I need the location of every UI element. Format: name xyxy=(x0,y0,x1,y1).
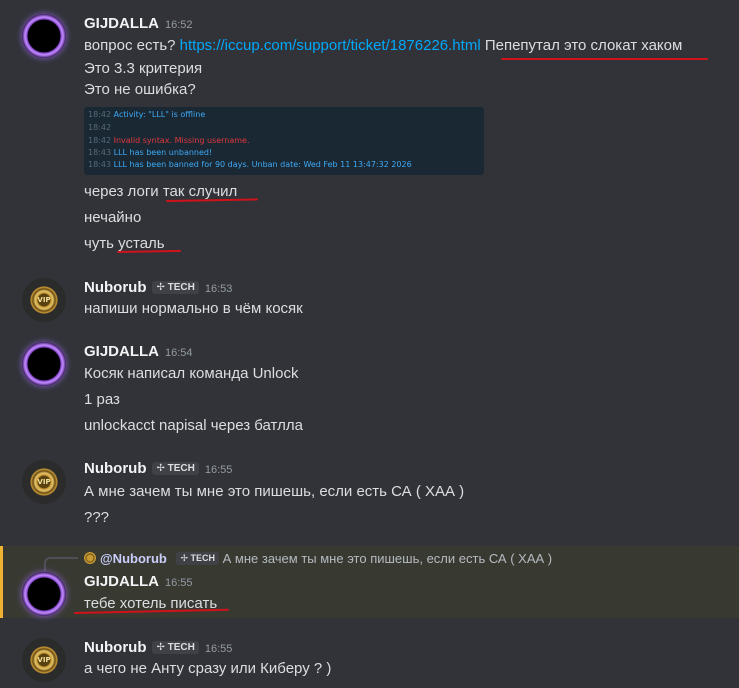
avatar[interactable] xyxy=(22,572,66,616)
mini-avatar xyxy=(84,552,96,564)
timestamp: 16:55 xyxy=(165,577,193,589)
message-text: Косяк написал команда Unlock xyxy=(84,365,299,382)
annotation-underline xyxy=(501,58,708,60)
vip-badge-icon: VIP xyxy=(37,656,51,664)
vip-badge-icon: VIP xyxy=(37,478,51,486)
role-tag: ✢ TECH xyxy=(152,281,199,294)
reply-connector xyxy=(44,557,78,571)
message-text: ??? xyxy=(84,509,110,526)
author-name[interactable]: GIJDALLA 16:52 xyxy=(84,15,193,32)
avatar[interactable]: VIP xyxy=(22,278,66,322)
message-text: вопрос есть? https://iccup.com/support/t… xyxy=(84,37,683,54)
role-tag: ✢ TECH xyxy=(176,552,219,565)
message-text: А мне зачем ты мне это пишешь, если есть… xyxy=(84,483,465,500)
message-text: unlockacct napisal через батлла xyxy=(84,417,303,434)
vip-badge-icon: VIP xyxy=(37,296,51,304)
message-text: Это 3.3 критерия xyxy=(84,60,203,77)
avatar[interactable]: VIP xyxy=(22,638,66,682)
avatar[interactable] xyxy=(22,14,66,58)
reply-preview[interactable]: @Nuborub ✢ TECH А мне зачем ты мне это п… xyxy=(84,551,552,566)
author-name[interactable]: GIJDALLA 16:54 xyxy=(84,343,193,360)
message-text: Это не ошибка? xyxy=(84,81,196,98)
timestamp: 16:52 xyxy=(165,19,193,31)
author-name[interactable]: GIJDALLA 16:55 xyxy=(84,573,193,590)
timestamp: 16:55 xyxy=(204,643,233,655)
message-text: 1 раз xyxy=(84,391,120,408)
avatar[interactable] xyxy=(22,342,66,386)
annotation-underline xyxy=(116,249,182,253)
timestamp: 16:54 xyxy=(165,347,193,359)
timestamp: 16:53 xyxy=(204,283,233,295)
author-name[interactable]: Nuborub ✢ TECH 16:55 xyxy=(84,639,232,656)
avatar[interactable]: VIP xyxy=(22,460,66,504)
timestamp: 16:55 xyxy=(204,464,233,476)
log-screenshot-attachment[interactable]: 18:42 Activity: "LLL" is offline 18:42 1… xyxy=(84,107,484,175)
role-tag: ✢ TECH xyxy=(152,641,199,654)
message-text: через логи так случил xyxy=(84,183,238,200)
author-name[interactable]: Nuborub ✢ TECH 16:53 xyxy=(84,279,232,296)
annotation-underline xyxy=(165,198,259,202)
role-tag: ✢ TECH xyxy=(152,462,199,475)
ticket-link[interactable]: https://iccup.com/support/ticket/1876226… xyxy=(180,37,481,54)
message-text: напиши нормально в чём косяк xyxy=(84,300,303,317)
author-name[interactable]: Nuborub ✢ TECH 16:55 xyxy=(84,460,232,477)
message-text: нечайно xyxy=(84,209,142,226)
message-text: а чего не Анту сразу или Киберу ? ) xyxy=(84,660,332,677)
